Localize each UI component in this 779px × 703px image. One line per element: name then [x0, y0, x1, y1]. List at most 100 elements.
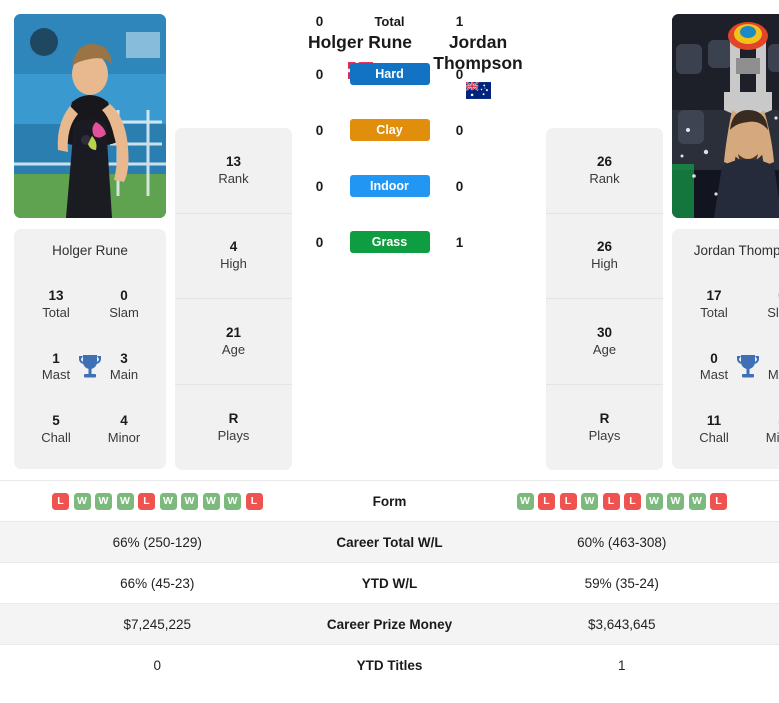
holger-rune-photo-graphic	[14, 14, 166, 218]
h2h-indoor-right-score: 0	[455, 178, 464, 194]
right-ytd-titles-value: 1	[617, 657, 626, 673]
right-title-slam-label: Slam	[767, 304, 779, 320]
form-badge[interactable]: L	[138, 492, 155, 510]
australia-flag-icon	[465, 82, 491, 100]
h2h-hard-right-score: 0	[455, 66, 464, 82]
left-title-slam-label: Slam	[109, 304, 139, 320]
right-prize-money-value: $3,643,645	[587, 616, 656, 632]
right-player-photo[interactable]	[672, 14, 779, 218]
form-badge[interactable]: L	[710, 492, 727, 510]
left-title-minor-value: 4	[120, 413, 128, 429]
left-stat-plays: R Plays	[175, 385, 292, 471]
form-badge[interactable]: W	[159, 492, 177, 510]
form-badge[interactable]: W	[181, 492, 198, 510]
right-stat-age: 30 Age	[546, 299, 663, 385]
form-badge[interactable]: W	[95, 492, 112, 510]
table-row-form: L W W W L W W W W L Form W L L W L L W W…	[0, 480, 779, 521]
comparison-columns: Holger Rune 13 Total 0 Slam 1 Mast 3 Mai…	[14, 14, 779, 470]
form-badge[interactable]: L	[624, 492, 641, 510]
table-label-ytd-titles: YTD Titles	[356, 657, 423, 673]
left-stat-rank: 13 Rank	[175, 128, 292, 214]
surface-badge-indoor[interactable]: Indoor	[349, 175, 430, 197]
right-title-minor-label: Minor	[765, 430, 779, 445]
h2h-grass-left-score: 0	[315, 234, 324, 250]
right-stat-rank-value: 26	[596, 153, 613, 169]
left-stat-plays-value: R	[228, 410, 239, 426]
right-stat-rank-label: Rank	[589, 170, 620, 186]
table-row-career-wl: 66% (250-129) Career Total W/L 60% (463-…	[0, 521, 779, 562]
left-stat-age: 21 Age	[175, 299, 292, 385]
trophy-icon	[79, 355, 101, 378]
form-badge[interactable]: W	[645, 492, 663, 510]
left-ytd-titles-value: 0	[153, 657, 161, 673]
h2h-indoor-left-score: 0	[315, 178, 324, 194]
right-player-stat-card: 26 Rank 26 High 30 Age R Plays	[546, 128, 663, 470]
form-badge[interactable]: W	[116, 492, 134, 510]
head-to-head-column: Holger Rune Jordan Thompson 0 Total 1 0 …	[301, 14, 537, 253]
left-title-slam-value: 0	[120, 287, 128, 303]
right-form-cell: W L L W L L W W W L	[465, 492, 779, 510]
table-row-prize-money: $7,245,225 Career Prize Money $3,643,645	[0, 603, 779, 644]
left-title-total: 13 Total	[22, 288, 90, 321]
table-label-ytd-wl: YTD W/L	[361, 575, 418, 591]
form-badge[interactable]: L	[52, 492, 69, 510]
left-form-cell: L W W W L W W W W L	[0, 492, 315, 510]
left-title-minor: 4 Minor	[90, 413, 158, 446]
right-titles-grid: 17 Total 0 Slam 0 Mast 1 Main	[680, 273, 779, 461]
form-badge[interactable]: L	[602, 492, 620, 510]
form-badge[interactable]: W	[688, 492, 706, 510]
player-comparison-panel: Holger Rune 13 Total 0 Slam 1 Mast 3 Mai…	[0, 0, 779, 480]
form-badge[interactable]: L	[245, 492, 263, 510]
left-stat-high-value: 4	[229, 239, 238, 255]
left-ytd-wl-value: 66% (45-23)	[120, 575, 195, 591]
left-title-chall: 5 Chall	[22, 413, 90, 446]
right-title-slam: 0 Slam	[748, 288, 779, 321]
left-title-slam: 0 Slam	[90, 288, 158, 321]
jordan-thompson-photo-graphic	[672, 14, 779, 218]
left-title-total-label: Total	[42, 304, 70, 320]
h2h-total-right-score: 1	[455, 14, 464, 29]
left-player-photo[interactable]	[14, 14, 166, 218]
form-badge[interactable]: W	[516, 492, 534, 510]
right-stat-high: 26 High	[546, 214, 663, 299]
comparison-stats-table: L W W W L W W W W L Form W L L W L L W W…	[0, 480, 779, 685]
right-title-chall-label: Chall	[699, 430, 729, 445]
right-stat-plays: R Plays	[546, 385, 663, 471]
left-form-list: L W W W L W W W W L	[52, 492, 263, 510]
trophy-icon	[737, 355, 759, 378]
h2h-row-clay: 0 Clay 0	[313, 119, 467, 141]
left-stat-rank-label: Rank	[218, 170, 249, 186]
right-title-chall: 11 Chall	[680, 413, 748, 446]
table-label-prize-money: Career Prize Money	[326, 616, 453, 632]
left-stat-rank-value: 13	[225, 153, 242, 169]
right-title-minor-value: 5	[748, 413, 779, 430]
right-title-total: 17 Total	[680, 288, 748, 321]
right-stat-plays-value: R	[599, 410, 610, 426]
form-badge[interactable]: W	[73, 492, 91, 510]
surface-badge-hard[interactable]: Hard	[349, 63, 430, 85]
form-badge[interactable]: W	[667, 492, 684, 510]
right-title-chall-value: 11	[706, 413, 722, 429]
form-badge[interactable]: W	[224, 492, 241, 510]
right-stat-high-value: 26	[596, 239, 613, 255]
right-title-total-value: 17	[706, 287, 722, 303]
form-badge[interactable]: W	[581, 492, 598, 510]
left-title-minor-label: Minor	[107, 430, 141, 445]
right-player-card-name: Jordan Thompson	[693, 243, 779, 258]
form-badge[interactable]: L	[559, 492, 577, 510]
surface-badge-grass[interactable]: Grass	[349, 231, 430, 253]
table-row-ytd-titles: 0 YTD Titles 1	[0, 644, 779, 685]
h2h-row-total: 0 Total 1	[313, 14, 467, 29]
right-stat-high-label: High	[591, 256, 618, 272]
surface-badge-clay[interactable]: Clay	[349, 119, 430, 141]
table-label-career-wl: Career Total W/L	[336, 534, 443, 550]
h2h-total-label: Total	[374, 14, 405, 29]
right-stat-age-label: Age	[592, 341, 617, 357]
form-badge[interactable]: L	[538, 492, 555, 510]
right-title-total-label: Total	[700, 304, 728, 320]
left-title-chall-value: 5	[52, 413, 60, 429]
left-player-stat-card: 13 Rank 4 High 21 Age R Plays	[175, 128, 292, 470]
right-stat-rank: 26 Rank	[546, 128, 663, 214]
form-badge[interactable]: W	[202, 492, 220, 510]
left-title-total-value: 13	[48, 287, 64, 303]
